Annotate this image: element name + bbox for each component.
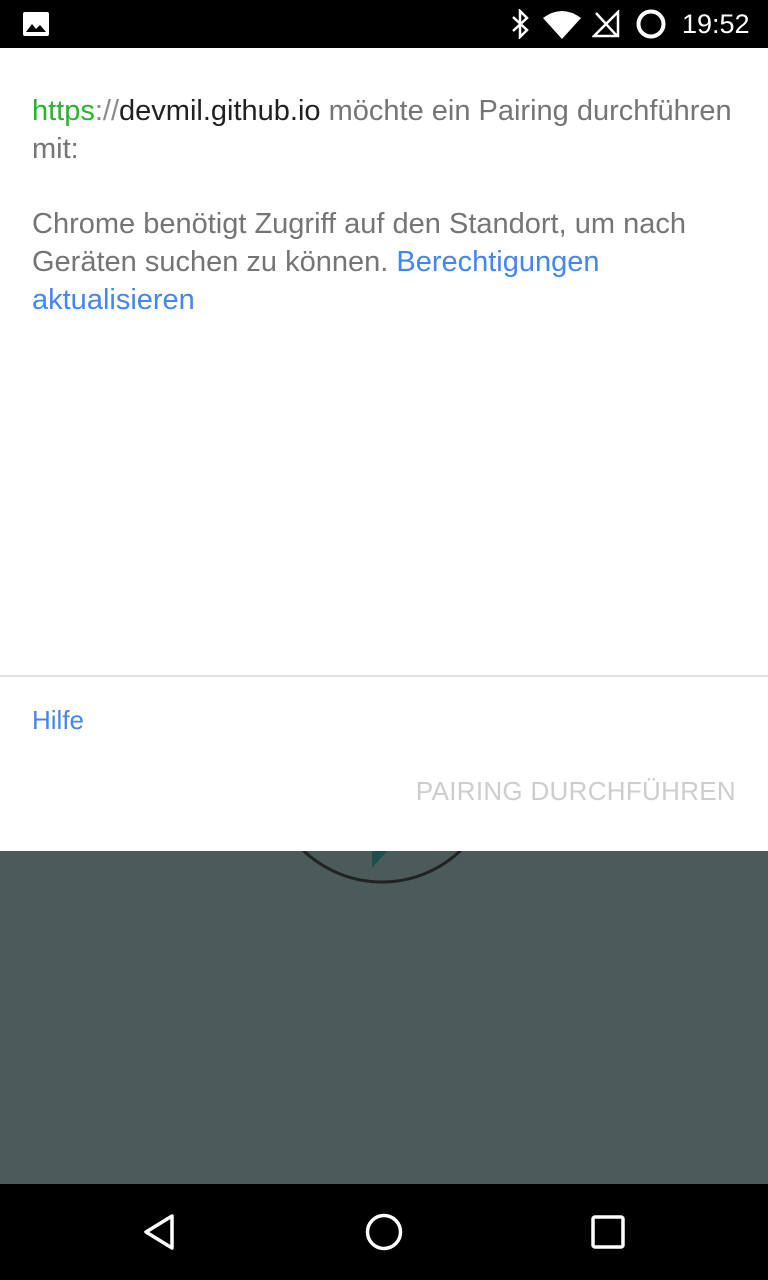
battery-icon xyxy=(636,9,666,39)
home-icon[interactable] xyxy=(364,1212,404,1252)
clock: 19:52 xyxy=(682,9,750,39)
bluetooth-icon xyxy=(512,9,529,39)
divider xyxy=(0,675,768,677)
status-bar: 19:52 xyxy=(0,0,768,48)
dialog-title: https://devmil.github.io möchte ein Pair… xyxy=(32,92,742,168)
no-signal-icon xyxy=(592,10,620,38)
navigation-bar xyxy=(0,1184,768,1280)
help-link[interactable]: Hilfe xyxy=(32,705,84,736)
pair-button[interactable]: PAIRING DURCHFÜHREN xyxy=(416,776,736,807)
recents-icon[interactable] xyxy=(588,1212,628,1252)
wifi-icon xyxy=(543,11,581,39)
bluetooth-pairing-dialog: https://devmil.github.io möchte ein Pair… xyxy=(0,48,768,851)
origin-scheme: https xyxy=(32,95,95,127)
dialog-message: Chrome benötigt Zugriff auf den Standort… xyxy=(32,205,742,319)
back-icon[interactable] xyxy=(140,1212,180,1252)
origin-separator: :// xyxy=(94,95,120,127)
origin-host: devmil.github.io xyxy=(119,95,321,127)
image-notification-icon xyxy=(23,12,49,36)
